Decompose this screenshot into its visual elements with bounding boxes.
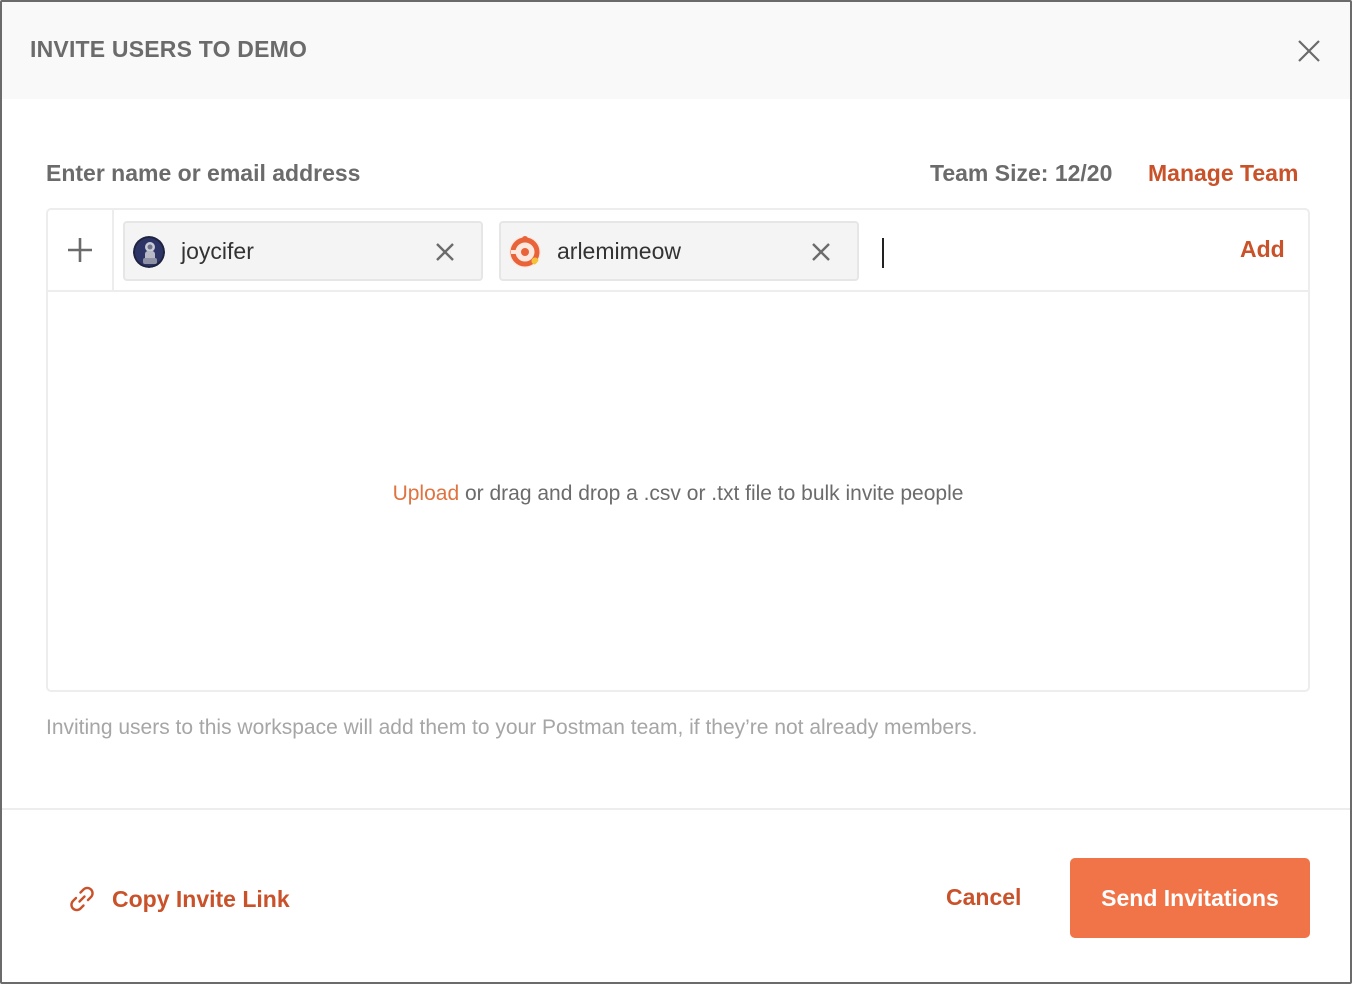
send-invitations-button[interactable]: Send Invitations [1070, 858, 1310, 938]
close-icon [1298, 40, 1320, 62]
manage-team-link[interactable]: Manage Team [1148, 160, 1298, 187]
invitee-chip: arlemimeow [499, 221, 859, 281]
drop-zone-description: or drag and drop a .csv or .txt file to … [459, 482, 964, 505]
cancel-button[interactable]: Cancel [946, 884, 1021, 911]
invite-box: joycifer arlemimeow Add Upload or drag a… [46, 208, 1310, 692]
copy-invite-link-button[interactable]: Copy Invite Link [66, 882, 290, 916]
file-drop-zone[interactable]: Upload or drag and drop a .csv or .txt f… [48, 292, 1308, 690]
invitee-chip: joycifer [123, 221, 483, 281]
link-icon [70, 886, 94, 912]
remove-invitee-button[interactable] [433, 240, 457, 264]
invitee-search-input[interactable] [878, 234, 1218, 268]
invitee-input-row: joycifer arlemimeow Add [48, 210, 1308, 292]
invite-users-dialog: INVITE USERS TO DEMO Enter name or email… [0, 0, 1352, 984]
team-size-label: Team Size: 12/20 [930, 160, 1113, 186]
close-icon [436, 243, 454, 261]
text-caret [882, 238, 884, 268]
dialog-title: INVITE USERS TO DEMO [30, 36, 308, 62]
invitee-name: arlemimeow [557, 238, 681, 264]
drop-zone-text: Upload or drag and drop a .csv or .txt f… [48, 482, 1308, 506]
avatar [133, 236, 165, 268]
close-button[interactable] [1294, 36, 1324, 66]
remove-invitee-button[interactable] [809, 240, 833, 264]
workspace-invite-note: Inviting users to this workspace will ad… [46, 716, 978, 739]
add-button[interactable]: Add [1240, 236, 1285, 263]
close-icon [812, 243, 830, 261]
avatar [509, 236, 541, 268]
plus-icon [68, 238, 92, 262]
user-avatar-astronaut-icon [133, 236, 165, 268]
upload-link[interactable]: Upload [393, 482, 460, 505]
user-avatar-orange-swirl-icon [509, 236, 541, 268]
invitee-name: joycifer [181, 238, 254, 264]
field-label: Enter name or email address [46, 160, 361, 186]
copy-invite-link-label: Copy Invite Link [112, 885, 290, 912]
footer-divider [2, 808, 1350, 810]
add-invitee-button[interactable] [48, 210, 114, 290]
dialog-header: INVITE USERS TO DEMO [2, 2, 1350, 99]
